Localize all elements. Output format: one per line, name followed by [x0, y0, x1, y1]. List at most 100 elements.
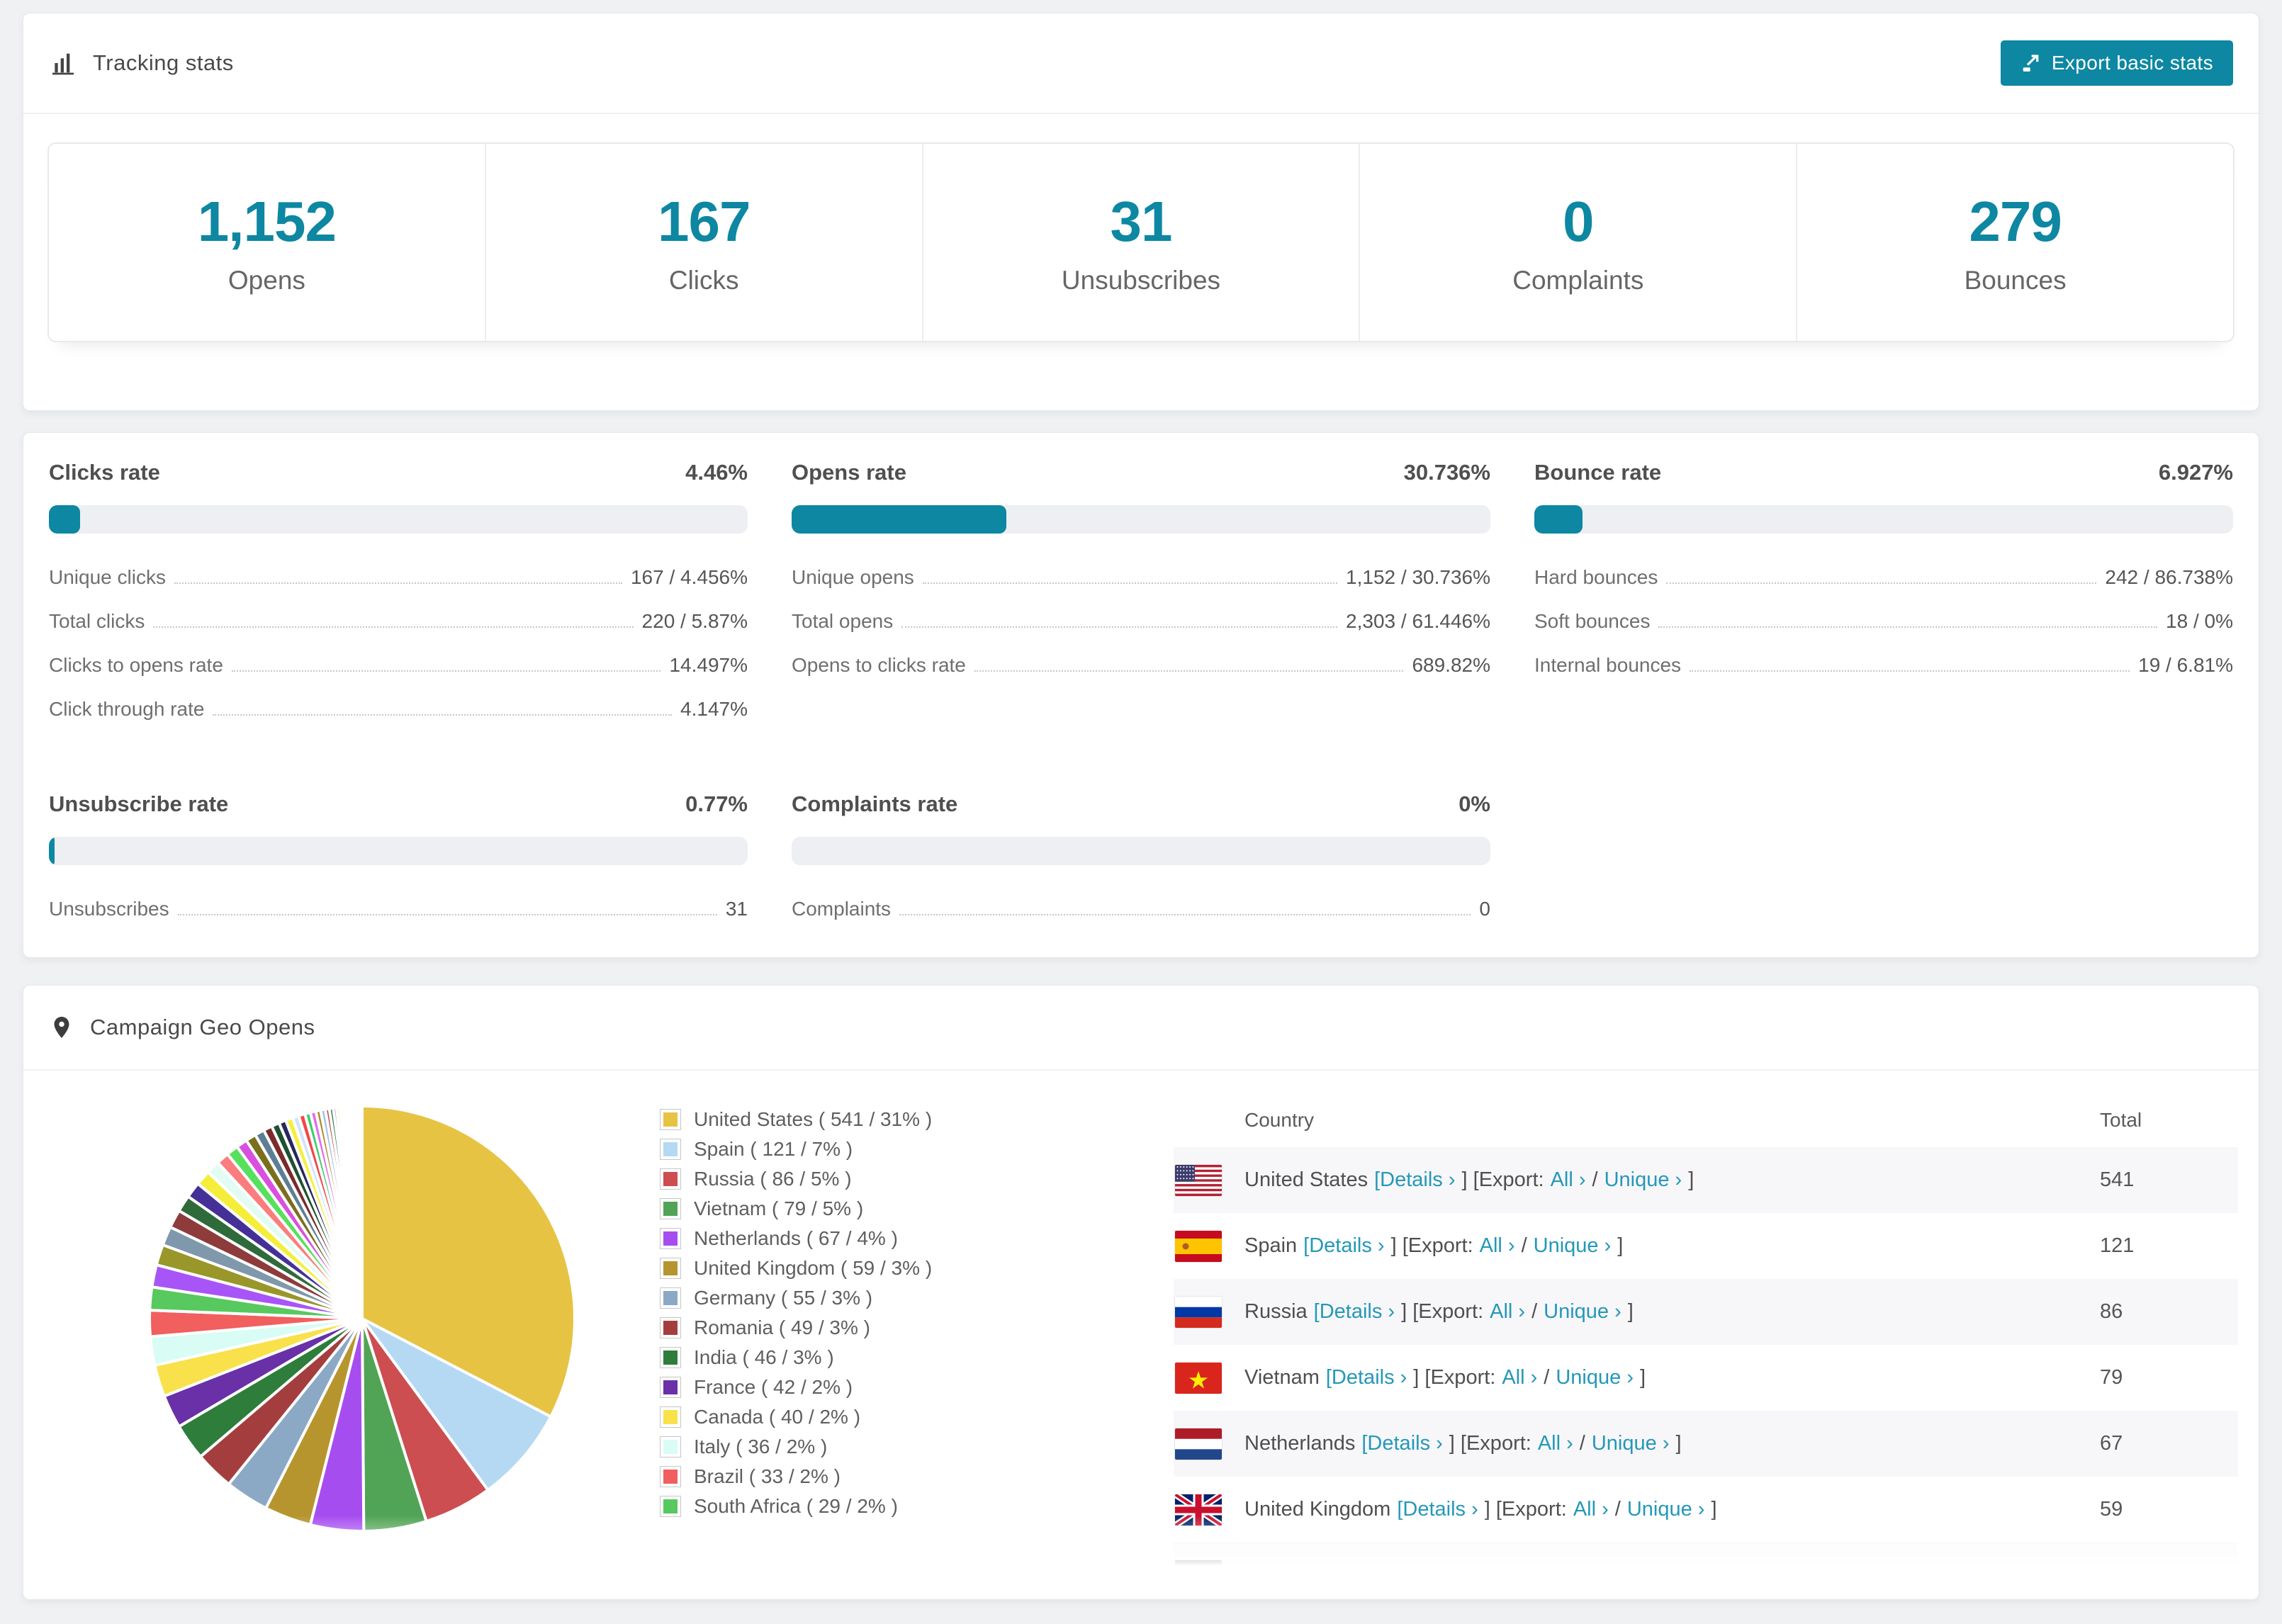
country-total: 59 [2100, 1498, 2123, 1521]
export-unique-link[interactable]: Unique › [1556, 1366, 1634, 1389]
geo-header: Campaign Geo Opens [23, 986, 2259, 1071]
legend-item: Russia ( 86 / 5% ) [660, 1164, 932, 1194]
table-row: Spain [Details ›] [Export: All › / Unique ›]… [1174, 1213, 2238, 1279]
stat-line: Internal bounces 19 / 6.81% [1534, 654, 2233, 677]
summary-box: 279 Bounces [1796, 144, 2233, 341]
stat-label: Clicks to opens rate [49, 654, 223, 676]
country-name: Russia [1244, 1300, 1308, 1323]
export-all-link[interactable]: All › [1573, 1498, 1609, 1521]
legend-label: Canada ( 40 / 2% ) [694, 1406, 861, 1428]
country-flag-icon [1174, 1164, 1244, 1196]
legend-swatch [660, 1347, 681, 1368]
stat-label: Unique clicks [49, 566, 166, 588]
export-all-link[interactable]: All › [1502, 1366, 1537, 1389]
legend-label: Spain ( 121 / 7% ) [694, 1138, 853, 1160]
legend-swatch [660, 1436, 681, 1457]
stat-line: Clicks to opens rate 14.497% [49, 654, 748, 677]
stat-line: Unsubscribes 31 [49, 898, 748, 920]
stat-line: Opens to clicks rate 689.82% [792, 654, 1490, 677]
geo-table: Country Total United States [Details ›] [… [1174, 1093, 2238, 1599]
summary-value: 167 [657, 190, 751, 253]
legend-item: India ( 46 / 3% ) [660, 1343, 932, 1372]
summary-label: Complaints [1512, 266, 1644, 295]
legend-item: France ( 42 / 2% ) [660, 1372, 932, 1402]
export-all-link[interactable]: All › [1490, 1300, 1525, 1323]
details-link[interactable]: [Details › [1303, 1234, 1384, 1257]
bracket-close-text: ] [1627, 1300, 1634, 1323]
pie-legend: United States ( 541 / 31% ) Spain ( 121 … [660, 1105, 932, 1521]
bracket-close-text: ] [1639, 1366, 1646, 1389]
stat-label: Unique opens [792, 566, 914, 588]
legend-item: Vietnam ( 79 / 5% ) [660, 1194, 932, 1224]
stat-value: 242 / 86.738% [2105, 566, 2233, 588]
stat-label: Total opens [792, 610, 894, 632]
export-basic-stats-button[interactable]: Export basic stats [2000, 40, 2233, 86]
details-link[interactable]: [Details › [1397, 1498, 1478, 1521]
stat-label: Click through rate [49, 698, 205, 720]
export-unique-link[interactable]: Unique › [1566, 1564, 1643, 1586]
export-unique-link[interactable]: Unique › [1534, 1234, 1612, 1257]
table-row: Germany [Details ›] [Export: All › / Unique … [1174, 1543, 2238, 1599]
export-all-link[interactable]: All › [1512, 1564, 1547, 1586]
stat-line: Hard bounces 242 / 86.738% [1534, 566, 2233, 589]
country-name: Netherlands [1244, 1432, 1356, 1455]
stat-line: Unique opens 1,152 / 30.736% [792, 566, 1490, 589]
stat-label: Internal bounces [1534, 654, 1682, 676]
details-link[interactable]: [Details › [1374, 1168, 1455, 1191]
legend-swatch [660, 1496, 681, 1517]
export-unique-link[interactable]: Unique › [1544, 1300, 1621, 1323]
table-row: United Kingdom [Details ›] [Export: All › /… [1174, 1477, 2238, 1543]
dotted-leader [231, 670, 661, 672]
campaign-geo-opens-card: Campaign Geo Opens United States ( 541 /… [23, 985, 2259, 1600]
bracket-text: ] [Export: [1390, 1234, 1473, 1257]
country-name: Vietnam [1244, 1366, 1320, 1389]
stat-label: Opens to clicks rate [792, 654, 966, 676]
country-total: 541 [2100, 1168, 2135, 1191]
legend-label: Netherlands ( 67 / 4% ) [694, 1227, 898, 1249]
progress-bar [1534, 505, 2233, 534]
dotted-leader [213, 714, 673, 716]
export-unique-link[interactable]: Unique › [1627, 1498, 1705, 1521]
table-row: Vietnam [Details ›] [Export: All › / Unique … [1174, 1345, 2238, 1411]
stat-value: 1,152 / 30.736% [1346, 566, 1490, 588]
rate-panel: Unsubscribe rate 0.77% Unsubscribes 31 [49, 791, 748, 942]
tracking-stats-header: Tracking stats Export basic stats [23, 13, 2259, 114]
stat-label: Total clicks [49, 610, 145, 632]
rate-value: 4.46% [685, 460, 748, 485]
country-flag-icon [1174, 1428, 1244, 1460]
details-link[interactable]: [Details › [1326, 1366, 1407, 1389]
stat-label: Hard bounces [1534, 566, 1658, 588]
legend-item: United Kingdom ( 59 / 3% ) [660, 1253, 932, 1283]
export-unique-link[interactable]: Unique › [1604, 1168, 1682, 1191]
rate-title: Complaints rate [792, 791, 958, 816]
country-flag-icon [1174, 1560, 1244, 1591]
bracket-close-text: ] [1675, 1432, 1682, 1455]
legend-label: Germany ( 55 / 3% ) [694, 1287, 873, 1309]
bracket-text: ] [Export: [1484, 1498, 1567, 1521]
summary-box: 167 Clicks [484, 144, 922, 341]
details-link[interactable]: [Details › [1361, 1432, 1442, 1455]
legend-label: Romania ( 49 / 3% ) [694, 1316, 870, 1338]
details-link[interactable]: [Details › [1314, 1300, 1395, 1323]
details-link[interactable]: [Details › [1335, 1564, 1416, 1586]
export-all-link[interactable]: All › [1480, 1234, 1515, 1257]
legend-swatch [660, 1168, 681, 1190]
country-total: 67 [2100, 1432, 2123, 1455]
stat-value: 167 / 4.456% [630, 566, 748, 588]
legend-swatch [660, 1406, 681, 1428]
export-all-link[interactable]: All › [1538, 1432, 1573, 1455]
bracket-text: ] [Export: [1413, 1366, 1496, 1389]
bar-chart-icon [49, 49, 77, 77]
legend-item: Netherlands ( 67 / 4% ) [660, 1224, 932, 1253]
pie-slice [359, 1104, 364, 1319]
rate-title: Unsubscribe rate [49, 791, 229, 816]
table-row: Netherlands [Details ›] [Export: All › / Uni… [1174, 1411, 2238, 1477]
progress-bar-fill [792, 505, 1007, 534]
export-all-link[interactable]: All › [1551, 1168, 1586, 1191]
stat-value: 31 [725, 898, 748, 920]
stat-value: 19 / 6.81% [2138, 654, 2233, 676]
rate-value: 0.77% [685, 791, 748, 816]
progress-bar-fill [49, 505, 80, 534]
slash-text: / [1614, 1498, 1621, 1521]
export-unique-link[interactable]: Unique › [1592, 1432, 1670, 1455]
